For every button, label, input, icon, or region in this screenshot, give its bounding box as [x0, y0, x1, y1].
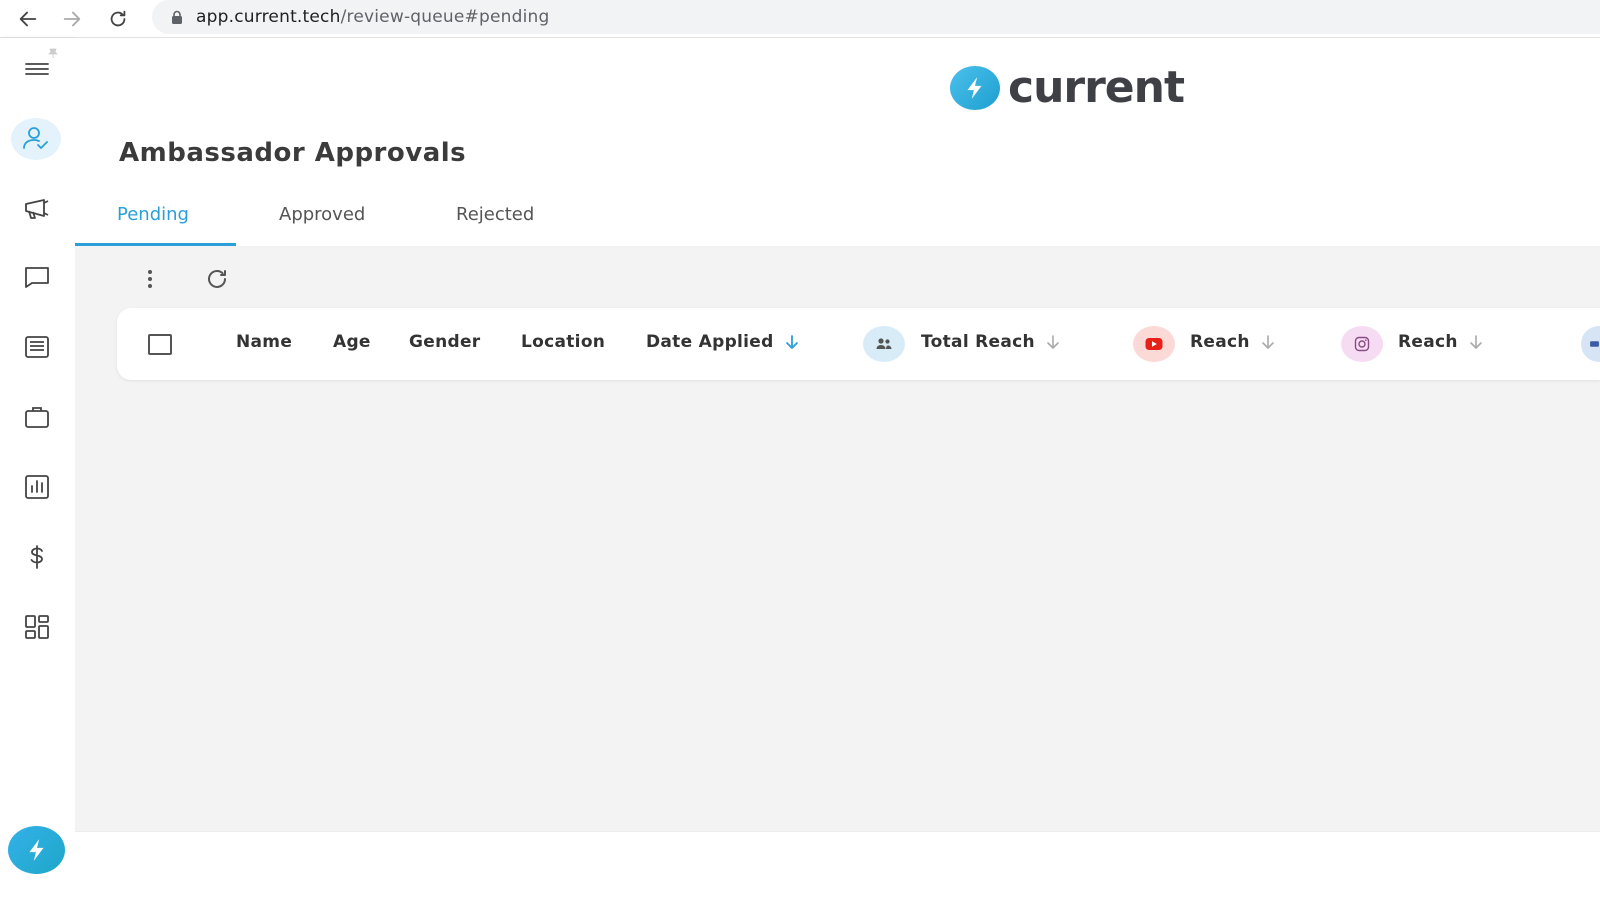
sidebar-item-campaigns[interactable] [11, 188, 63, 230]
youtube-icon [1133, 326, 1175, 362]
sort-arrow-down-icon [785, 335, 798, 349]
column-date-applied[interactable]: Date Applied [646, 332, 800, 352]
column-label: Name [236, 332, 293, 352]
user-check-icon [23, 127, 48, 149]
sidebar [0, 38, 75, 900]
column-label: Reach [1190, 332, 1250, 352]
more-vertical-icon [148, 270, 152, 288]
column-gender[interactable]: Gender [409, 332, 480, 352]
forward-button[interactable] [57, 4, 87, 34]
footer-bar [75, 831, 1600, 900]
facebook-icon [1581, 326, 1600, 362]
main-area: current Ambassador Approvals Pending App… [75, 38, 1600, 900]
dollar-icon [30, 545, 43, 569]
people-icon [863, 326, 905, 362]
instagram-icon [1341, 326, 1383, 362]
megaphone-icon [25, 199, 49, 219]
back-button[interactable] [13, 4, 43, 34]
url-text: app.current.tech/review-queue#pending [196, 7, 549, 27]
column-name[interactable]: Name [236, 332, 292, 352]
more-options-button[interactable] [135, 264, 165, 294]
sidebar-item-messages[interactable] [11, 256, 63, 298]
sidebar-item-approvals[interactable] [11, 118, 61, 160]
tab-rejected[interactable]: Rejected [456, 204, 534, 246]
sidebar-item-jobs[interactable] [11, 396, 63, 438]
briefcase-icon [25, 407, 49, 428]
document-icon [25, 336, 49, 358]
address-bar[interactable]: app.current.tech/review-queue#pending [152, 0, 1600, 34]
sidebar-item-dashboard[interactable] [11, 606, 63, 648]
url-host: app.current.tech [196, 7, 341, 27]
column-label: Reach [1398, 332, 1458, 352]
refresh-icon [208, 270, 226, 288]
sidebar-item-payments[interactable] [11, 536, 63, 578]
refresh-button[interactable] [202, 264, 232, 294]
sidebar-item-content[interactable] [11, 326, 63, 368]
sort-arrow-down-icon [1047, 335, 1059, 349]
content-area: Name Age Gender Location Date Applied To… [75, 246, 1600, 831]
column-label: Gender [409, 332, 481, 352]
logo-text: current [1008, 62, 1185, 113]
page-title: Ambassador Approvals [119, 138, 467, 168]
column-instagram-reach[interactable]: Reach [1398, 332, 1484, 352]
logo-bolt-icon [950, 66, 1000, 110]
tab-bar: Pending Approved Rejected [75, 204, 1600, 246]
select-all-checkbox[interactable] [148, 334, 172, 355]
sort-arrow-down-icon [1469, 335, 1482, 349]
sort-arrow-down-icon [1261, 335, 1274, 349]
bar-chart-icon [25, 475, 49, 499]
column-age[interactable]: Age [333, 332, 371, 352]
column-youtube-reach[interactable]: Reach [1190, 332, 1276, 352]
table-header: Name Age Gender Location Date Applied To… [117, 308, 1600, 380]
bolt-button[interactable] [8, 826, 65, 874]
menu-icon [25, 63, 49, 75]
sidebar-menu-button[interactable] [11, 50, 63, 92]
column-label: Total Reach [921, 332, 1035, 352]
sidebar-item-analytics[interactable] [11, 466, 63, 508]
tab-pending[interactable]: Pending [117, 204, 189, 246]
dashboard-icon [25, 615, 49, 639]
arrow-right-icon [63, 11, 81, 27]
brand-logo: current [950, 62, 1185, 113]
column-label: Age [333, 332, 371, 352]
reload-button[interactable] [103, 4, 133, 34]
column-label: Date Applied [646, 332, 774, 352]
reload-icon [110, 10, 126, 27]
chat-icon [25, 267, 49, 288]
bolt-icon [28, 839, 43, 861]
column-total-reach[interactable]: Total Reach [921, 332, 1061, 352]
browser-toolbar: app.current.tech/review-queue#pending [0, 0, 1600, 38]
arrow-left-icon [19, 11, 37, 27]
url-path: /review-queue#pending [340, 7, 550, 27]
column-label: Location [521, 332, 606, 352]
lock-icon [172, 10, 182, 24]
tab-approved[interactable]: Approved [279, 204, 365, 246]
column-location[interactable]: Location [521, 332, 605, 352]
